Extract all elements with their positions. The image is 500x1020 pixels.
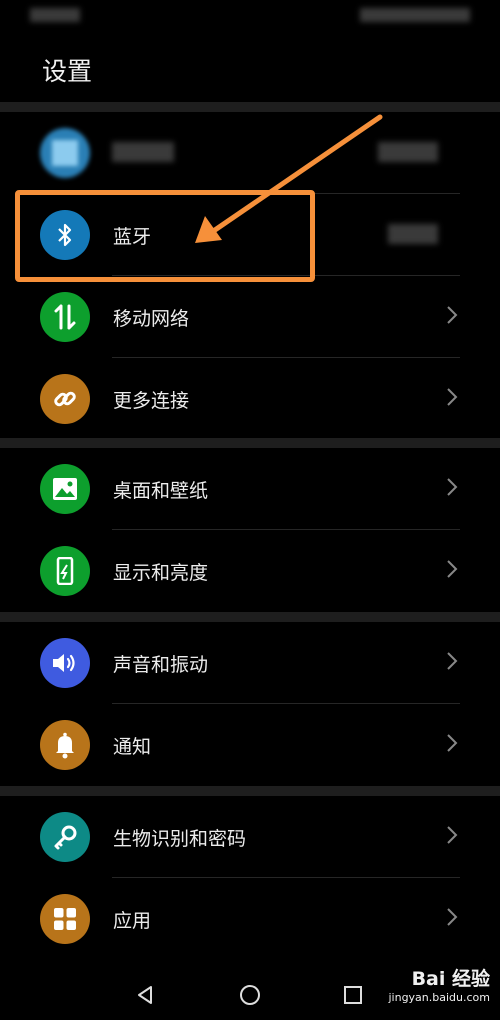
recents-button[interactable]	[338, 980, 368, 1010]
key-icon	[40, 812, 90, 862]
settings-item-label: 显示和亮度	[113, 562, 209, 584]
settings-item-apps[interactable]: 应用	[0, 878, 500, 960]
chevron-right-icon	[447, 734, 458, 752]
annotation-arrow-icon	[195, 114, 383, 243]
phone-brightness-icon	[40, 546, 90, 596]
speaker-icon	[40, 638, 90, 688]
chevron-right-icon	[447, 388, 458, 406]
settings-item-display[interactable]: 显示和亮度	[0, 530, 500, 612]
bell-icon	[40, 720, 90, 770]
settings-item-notifications[interactable]: 通知	[0, 704, 500, 786]
section-divider	[0, 612, 500, 622]
section-divider	[0, 786, 500, 796]
chevron-right-icon	[447, 306, 458, 324]
section-divider	[0, 438, 500, 448]
chevron-right-icon	[447, 560, 458, 578]
watermark-url: jingyan.baidu.com	[388, 991, 490, 1004]
settings-item-label: 桌面和壁纸	[113, 480, 209, 502]
watermark: Bai 经验 jingyan.baidu.com	[388, 964, 490, 1004]
settings-item-wallpaper[interactable]: 桌面和壁纸	[0, 448, 500, 530]
settings-item-label: 移动网络	[113, 308, 190, 330]
image-icon	[40, 464, 90, 514]
settings-item-label: 应用	[113, 910, 152, 932]
back-button[interactable]	[130, 980, 160, 1010]
chevron-right-icon	[447, 652, 458, 670]
grid-icon	[40, 894, 90, 944]
settings-item-more-connections[interactable]: 更多连接	[0, 358, 500, 440]
chevron-right-icon	[447, 826, 458, 844]
settings-item-label: 更多连接	[113, 390, 190, 412]
watermark-logo: Bai 经验	[411, 968, 490, 990]
home-button[interactable]	[235, 980, 265, 1010]
link-icon	[40, 374, 90, 424]
settings-item-biometrics[interactable]: 生物识别和密码	[0, 796, 500, 878]
settings-item-label: 生物识别和密码	[113, 828, 247, 850]
chevron-right-icon	[447, 908, 458, 926]
chevron-right-icon	[447, 478, 458, 496]
settings-item-sound[interactable]: 声音和振动	[0, 622, 500, 704]
settings-item-label: 声音和振动	[113, 654, 209, 676]
settings-item-label: 通知	[113, 736, 152, 758]
